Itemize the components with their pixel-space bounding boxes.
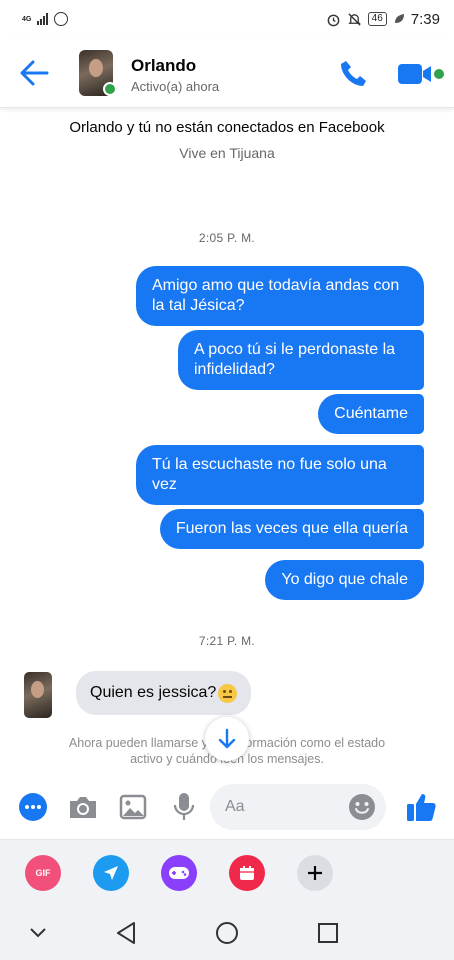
camera-icon [70,797,96,818]
hide-keyboard-button[interactable] [24,919,52,947]
back-arrow-icon[interactable] [18,58,50,88]
emoji-smile-icon[interactable] [348,793,376,821]
square-recents-icon [318,923,338,943]
send-location-button[interactable] [93,855,129,891]
signal-icon [37,13,49,25]
outgoing-message[interactable]: Cuéntame [318,394,424,434]
games-button[interactable] [161,855,197,891]
more-actions-button[interactable] [17,791,49,823]
outgoing-message[interactable]: Tú la escuchaste no fue solo una vez [136,445,424,505]
neutral-face-emoji-icon [218,683,238,703]
incoming-message-text: Quien es jessica? [90,684,217,701]
nav-back-button[interactable] [112,919,140,947]
battery-icon: 46 [367,12,387,26]
connection-notice: Orlando y tú no están conectados en Face… [69,119,385,136]
timestamp: 2:05 P. M. [198,231,256,245]
sender-avatar[interactable] [24,672,52,718]
nav-recents-button[interactable] [314,919,342,947]
status-time: 7:39 [410,10,440,28]
image-icon [119,794,147,820]
plus-icon [308,866,322,880]
outgoing-message[interactable]: Fueron las veces que ella quería [159,509,424,549]
mute-icon [347,12,361,26]
video-call-icon[interactable] [396,60,446,88]
contact-name[interactable]: Orlando [131,56,196,76]
leaf-icon [394,14,404,23]
outgoing-message[interactable]: Amigo amo que todavía andas con la tal J… [136,266,424,326]
network-type: 4G [22,15,32,23]
contact-status: Activo(a) ahora [131,79,220,94]
more-extras-button[interactable] [297,855,333,891]
status-bar: 4G 46 7:39 [0,0,454,38]
thumbs-up-icon[interactable] [404,790,438,824]
circle-home-icon [216,922,238,944]
whatsapp-icon [54,12,69,26]
extras-tray: GIF [0,839,454,905]
status-left: 4G [22,12,69,26]
calendar-icon [240,866,254,880]
event-button[interactable] [229,855,265,891]
camera-button[interactable] [67,791,99,823]
status-right: 46 7:39 [326,11,440,28]
alarm-icon [327,14,340,26]
location-info: Vive en Tijuana [179,145,275,161]
phone-call-icon[interactable] [337,58,369,90]
scroll-to-bottom-button[interactable] [205,717,249,761]
triangle-back-icon [117,922,135,944]
incoming-message[interactable]: Quien es jessica? [76,671,252,715]
message-composer [0,775,454,839]
online-indicator [103,82,117,96]
system-navigation-bar [0,905,454,960]
chat-header: Orlando Activo(a) ahora [0,38,454,108]
timestamp: 7:21 P. M. [198,634,256,648]
gamepad-icon [169,867,189,879]
arrow-down-icon [218,728,236,749]
more-dots-icon [19,793,47,821]
outgoing-message[interactable]: Yo digo que chale [265,560,424,600]
location-arrow-icon [104,866,118,880]
outgoing-message[interactable]: A poco tú si le perdonaste la infidelida… [178,330,424,390]
chevron-down-icon [30,928,46,938]
microphone-icon [173,793,195,820]
gif-button[interactable]: GIF [25,855,61,891]
voice-message-button[interactable] [168,791,200,823]
gif-label: GIF [35,868,51,878]
nav-home-button[interactable] [213,919,241,947]
gallery-button[interactable] [117,791,149,823]
